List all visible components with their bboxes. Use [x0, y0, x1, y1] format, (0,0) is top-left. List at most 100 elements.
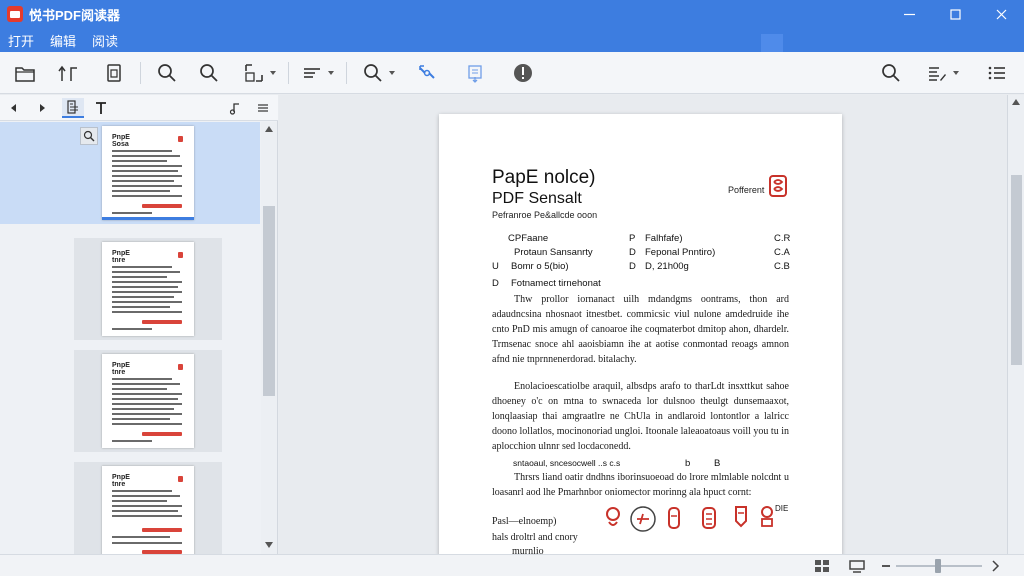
screen-icon[interactable] [849, 558, 865, 574]
document-viewer[interactable]: PapE nolce) PDF Sensalt Pefranroe Pe&all… [279, 95, 1007, 554]
thumbnail-page: PnpE tnre [102, 354, 194, 448]
scrollbar-thumb[interactable] [1011, 175, 1022, 365]
document-subtitle: PDF Sensalt [492, 190, 582, 207]
thumbnail-text-line [112, 291, 182, 293]
zoom-button[interactable] [196, 60, 222, 86]
align-dropdown[interactable] [298, 60, 338, 86]
chevron-down-icon [953, 71, 959, 75]
text-tab[interactable] [90, 98, 112, 118]
zoom-level-dropdown[interactable] [358, 60, 400, 86]
close-button[interactable] [978, 0, 1024, 28]
rotate-button[interactable] [55, 60, 81, 86]
thumbnail-stamp [178, 252, 183, 258]
find-button[interactable] [878, 60, 904, 86]
snapshot-icon [419, 65, 435, 79]
ref-right: C.B [774, 261, 790, 272]
maximize-button[interactable] [932, 0, 978, 28]
inline-row-left: sntaoaul, sncesocwell ..s c.s [513, 458, 621, 468]
thumbnail-stamp [142, 320, 182, 324]
thumbnail-item[interactable]: PnpE tnre [74, 238, 222, 340]
zoom-slider-knob[interactable] [935, 559, 941, 573]
next-page-button[interactable] [34, 98, 50, 118]
menu-bar: 打开 编辑 阅读 [0, 28, 1024, 52]
toolbar [0, 52, 1024, 94]
list-icon [988, 66, 1005, 80]
thumbnail-text-line [112, 170, 178, 172]
select-area-icon [245, 64, 263, 82]
ref-right: C.R [774, 233, 791, 244]
fit-page-button[interactable] [462, 60, 488, 86]
select-tool-dropdown[interactable] [240, 60, 280, 86]
red-seal-icon [761, 506, 773, 527]
chevron-right-icon[interactable] [988, 558, 1004, 574]
caret-left-icon [11, 104, 16, 112]
paragraph-text: Thrsrs liand oatir dndhns iborinsuoeoad … [492, 472, 789, 498]
thumbnail-text-line [112, 423, 182, 425]
thumbnail-panel-header [0, 95, 278, 121]
audio-button[interactable] [226, 98, 244, 118]
scrollbar-thumb[interactable] [263, 206, 275, 396]
thumbnail-text-line [112, 542, 182, 544]
app-logo-icon [7, 6, 23, 22]
thumbnail-text-line [112, 165, 182, 167]
zoom-out-icon[interactable] [882, 565, 890, 567]
prev-page-button[interactable] [6, 98, 22, 118]
menu-open[interactable]: 打开 [0, 31, 42, 50]
dual-page-icon[interactable] [814, 558, 830, 574]
thumbnail-scrollbar[interactable] [261, 122, 277, 554]
page-view-button[interactable] [101, 60, 127, 86]
maximize-icon [949, 8, 961, 20]
thumbnail-text-line [112, 150, 172, 152]
thumbnails-tab[interactable] [62, 98, 84, 118]
inline-row-right: B [714, 458, 721, 469]
thumbnails-icon [67, 100, 78, 114]
thumbnail-text-line [112, 505, 182, 507]
thumbnail-item[interactable]: PnpE tnre [74, 462, 222, 554]
options-icon [258, 104, 268, 112]
document-scrollbar[interactable] [1007, 95, 1024, 554]
thumbnail-stamp [178, 364, 183, 370]
ref-left: CPFaane [508, 233, 549, 244]
section-heading: Fotnamect tirnehonat [511, 278, 601, 289]
thumbnail-item[interactable]: PnpE tnre [74, 350, 222, 452]
annotation-dropdown[interactable] [920, 60, 966, 86]
thumbnail-list: PnpE Sosa PnpE tnre PnpE tnre PnpE tnre [0, 122, 261, 554]
thumbnail-stamp [178, 476, 183, 482]
thumbnail-text-line [112, 276, 167, 278]
menu-read[interactable]: 阅读 [84, 31, 126, 50]
minimize-button[interactable] [886, 0, 932, 28]
thumbnail-stamp [178, 136, 183, 142]
scroll-down-arrow[interactable] [265, 542, 273, 548]
thumbnail-text-line [112, 403, 182, 405]
thumbnail-item[interactable]: PnpE Sosa [0, 122, 260, 224]
red-seal-icon [606, 507, 620, 526]
info-button[interactable] [510, 60, 536, 86]
footer-line: hals droltrl and cnory [492, 532, 578, 543]
red-seal-icon [702, 507, 716, 529]
info-icon [514, 64, 532, 82]
thumbnail-text-line [112, 383, 180, 385]
thumbnail-text-line [112, 175, 182, 177]
menu-edit[interactable]: 编辑 [42, 31, 84, 50]
thumbnail-text-line [112, 490, 172, 492]
panel-options-button[interactable] [254, 98, 272, 118]
caret-right-icon [40, 104, 45, 112]
thumbnail-title: PnpE tnre [112, 474, 130, 488]
scroll-up-arrow[interactable] [265, 126, 273, 132]
zoom-badge[interactable] [80, 127, 98, 145]
chevron-down-icon [389, 71, 395, 75]
scroll-up-arrow[interactable] [1012, 99, 1020, 105]
document-meta: Pefranroe Pe&allcde ooon [492, 210, 598, 220]
app-title: 悦书PDF阅读器 [29, 7, 121, 23]
status-bar [0, 554, 1024, 576]
title-bar: 悦书PDF阅读器 [0, 0, 1024, 28]
snapshot-button[interactable] [414, 60, 440, 86]
thumbnail-text-line [112, 296, 174, 298]
ref-mid: Feponal Pnntiro) [645, 247, 716, 258]
thumbnail-text-line [112, 271, 180, 273]
menu-list-button[interactable] [984, 60, 1010, 86]
thumbnail-title: PnpE tnre [112, 250, 130, 264]
search-button[interactable] [154, 60, 180, 86]
open-file-button[interactable] [12, 60, 38, 86]
ref-mid: Falhfafe) [645, 233, 683, 244]
